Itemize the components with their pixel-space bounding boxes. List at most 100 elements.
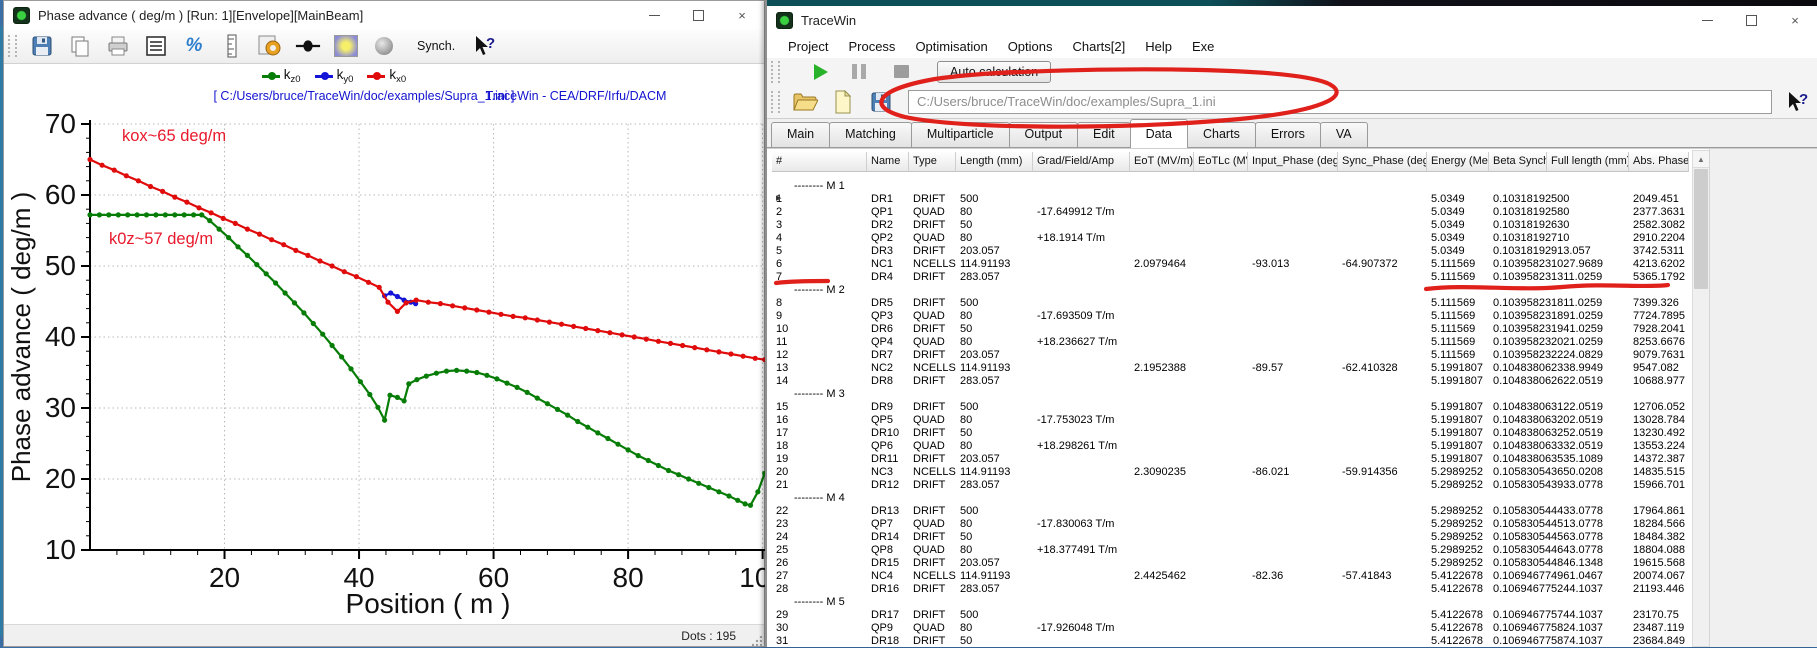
section-row[interactable]: -------- M 1: [772, 180, 1690, 193]
table-row[interactable]: 27NC4NCELLS114.911932.4425462-82.36-57.4…: [772, 570, 1690, 583]
table-row[interactable]: 22DR13DRIFT5005.29892520.105830544433.07…: [772, 505, 1690, 518]
section-row[interactable]: -------- M 2: [772, 284, 1690, 297]
column-header[interactable]: Name: [867, 152, 909, 172]
menu-help[interactable]: Help: [1136, 36, 1181, 57]
column-header[interactable]: Sync_Phase (deg): [1338, 152, 1427, 172]
scroll-up-icon[interactable]: ▲: [1693, 151, 1709, 168]
table-row[interactable]: 19DR11DRIFT203.0575.19918070.10483806353…: [772, 453, 1690, 466]
tab-va[interactable]: VA: [1320, 122, 1368, 148]
section-row[interactable]: -------- M 4: [772, 492, 1690, 505]
table-row[interactable]: 4QP2QUAD80+18.1914 T/m5.03490.1031819271…: [772, 232, 1690, 245]
tab-main[interactable]: Main: [771, 122, 830, 148]
new-file-icon[interactable]: [830, 90, 856, 114]
table-row[interactable]: 15DR9DRIFT5005.19918070.104838063122.051…: [772, 401, 1690, 414]
table-row[interactable]: 24DR14DRIFT505.29892520.105830544563.077…: [772, 531, 1690, 544]
table-row[interactable]: 2QP1QUAD80-17.649912 T/m5.03490.10318192…: [772, 206, 1690, 219]
save-icon[interactable]: [868, 90, 894, 114]
table-row[interactable]: 7DR4DRIFT283.0575.1115690.103958231311.0…: [772, 271, 1690, 284]
table-row[interactable]: 20NC3NCELLS114.911932.3090235-86.021-59.…: [772, 466, 1690, 479]
table-row[interactable]: 30QP9QUAD80-17.926048 T/m5.41226780.1069…: [772, 622, 1690, 635]
close-button[interactable]: ×: [1773, 6, 1817, 35]
table-row[interactable]: 12DR7DRIFT203.0575.1115690.103958232224.…: [772, 349, 1690, 362]
cell: DRIFT: [909, 427, 956, 440]
table-row[interactable]: 5DR3DRIFT203.0575.03490.10318192913.0573…: [772, 245, 1690, 258]
cell: 16: [772, 414, 867, 427]
table-row[interactable]: 31DR18DRIFT505.41226780.106946775874.103…: [772, 635, 1690, 647]
column-header[interactable]: Beta Synch.: [1489, 152, 1547, 172]
cell: QUAD: [909, 310, 956, 323]
tab-edit[interactable]: Edit: [1077, 122, 1131, 148]
section-row[interactable]: -------- M 5: [772, 596, 1690, 609]
tab-errors[interactable]: Errors: [1255, 122, 1321, 148]
tab-data[interactable]: Data: [1130, 119, 1188, 148]
tab-charts[interactable]: Charts: [1187, 122, 1256, 148]
cell: 3332.0519: [1547, 440, 1629, 453]
cell: 283.057: [956, 271, 1033, 284]
table-row[interactable]: 10DR6DRIFT505.1115690.103958231941.02597…: [772, 323, 1690, 336]
open-folder-icon[interactable]: [792, 90, 818, 114]
table-row[interactable]: 28DR16DRIFT283.0575.41226780.10694677524…: [772, 583, 1690, 596]
pause-icon[interactable]: [852, 64, 866, 79]
table-row[interactable]: 26DR15DRIFT203.0575.29892520.10583054484…: [772, 557, 1690, 570]
cell: [1248, 375, 1338, 388]
resize-grip[interactable]: [752, 636, 762, 646]
svg-text:100: 100: [739, 562, 766, 593]
help-cursor-icon[interactable]: ?: [1784, 90, 1810, 114]
maximize-button[interactable]: [1729, 6, 1773, 35]
column-header[interactable]: EoTLc (MV): [1194, 152, 1248, 172]
table-row[interactable]: 25QP8QUAD80+18.377491 T/m5.29892520.1058…: [772, 544, 1690, 557]
table-row[interactable]: 1DR1DRIFT5005.03490.103181925002049.451▶: [772, 193, 1690, 206]
tab-output[interactable]: Output: [1009, 122, 1079, 148]
column-header[interactable]: #: [772, 152, 867, 172]
cell: [1194, 622, 1248, 635]
menu-charts[interactable]: Charts[2]: [1064, 36, 1135, 57]
column-header[interactable]: EoT (MV/m): [1130, 152, 1194, 172]
cell: QP9: [867, 622, 909, 635]
play-icon[interactable]: [814, 64, 828, 80]
column-header[interactable]: Full length (mm): [1547, 152, 1629, 172]
table-row[interactable]: 16QP5QUAD80-17.753023 T/m5.19918070.1048…: [772, 414, 1690, 427]
menu-optimisation[interactable]: Optimisation: [906, 36, 996, 57]
section-row[interactable]: -------- M 3: [772, 388, 1690, 401]
menu-exe[interactable]: Exe: [1183, 36, 1223, 57]
table-row[interactable]: 29DR17DRIFT5005.41226780.106946775744.10…: [772, 609, 1690, 622]
cell: 3202.0519: [1547, 414, 1629, 427]
table-row[interactable]: 18QP6QUAD80+18.298261 T/m5.19918070.1048…: [772, 440, 1690, 453]
table-row[interactable]: 23QP7QUAD80-17.830063 T/m5.29892520.1058…: [772, 518, 1690, 531]
table-row[interactable]: 11QP4QUAD80+18.236627 T/m5.1115690.10395…: [772, 336, 1690, 349]
table-row[interactable]: 21DR12DRIFT283.0575.29892520.10583054393…: [772, 479, 1690, 492]
cell: [1130, 453, 1194, 466]
column-header[interactable]: Input_Phase (deg): [1248, 152, 1338, 172]
column-header[interactable]: Grad/Field/Amp: [1033, 152, 1130, 172]
column-header[interactable]: Abs. Phase (d: [1629, 152, 1689, 172]
auto-calculation-button[interactable]: Auto calculation: [937, 61, 1051, 83]
menu-options[interactable]: Options: [999, 36, 1062, 57]
table-row[interactable]: 14DR8DRIFT283.0575.19918070.104838062622…: [772, 375, 1690, 388]
table-row[interactable]: 8DR5DRIFT5005.1115690.103958231811.02597…: [772, 297, 1690, 310]
stop-icon[interactable]: [894, 65, 909, 78]
table-row[interactable]: 3DR2DRIFT505.03490.103181926302582.3082: [772, 219, 1690, 232]
column-header[interactable]: Energy (MeV): [1427, 152, 1489, 172]
column-header[interactable]: Type: [909, 152, 956, 172]
table-body[interactable]: -------- M 11DR1DRIFT5005.03490.10318192…: [772, 180, 1690, 647]
table-row[interactable]: 13NC2NCELLS114.911932.1952388-89.57-62.4…: [772, 362, 1690, 375]
table-row[interactable]: 17DR10DRIFT505.19918070.104838063252.051…: [772, 427, 1690, 440]
table-row[interactable]: 9QP3QUAD80-17.693509 T/m5.1115690.103958…: [772, 310, 1690, 323]
scroll-thumb[interactable]: [1694, 169, 1708, 289]
menu-process[interactable]: Process: [839, 36, 904, 57]
column-header[interactable]: Length (mm): [956, 152, 1033, 172]
vertical-scrollbar[interactable]: ▲: [1692, 150, 1710, 647]
cell: 9547.082: [1629, 362, 1689, 375]
toolbar-grip[interactable]: [771, 61, 780, 83]
cell: 0.10318192: [1489, 245, 1547, 258]
table-row[interactable]: 6NC1NCELLS114.911932.0979464-93.013-64.9…: [772, 258, 1690, 271]
menu-project[interactable]: Project: [779, 36, 837, 57]
tab-matching[interactable]: Matching: [829, 122, 912, 148]
tab-multiparticle[interactable]: Multiparticle: [911, 122, 1010, 148]
cell: [1338, 479, 1427, 492]
cell: 283.057: [956, 479, 1033, 492]
project-path-input[interactable]: [908, 90, 1772, 114]
tracewin-titlebar[interactable]: TraceWin ×: [767, 6, 1817, 35]
minimize-button[interactable]: [1685, 6, 1729, 35]
toolbar-grip[interactable]: [771, 91, 780, 113]
